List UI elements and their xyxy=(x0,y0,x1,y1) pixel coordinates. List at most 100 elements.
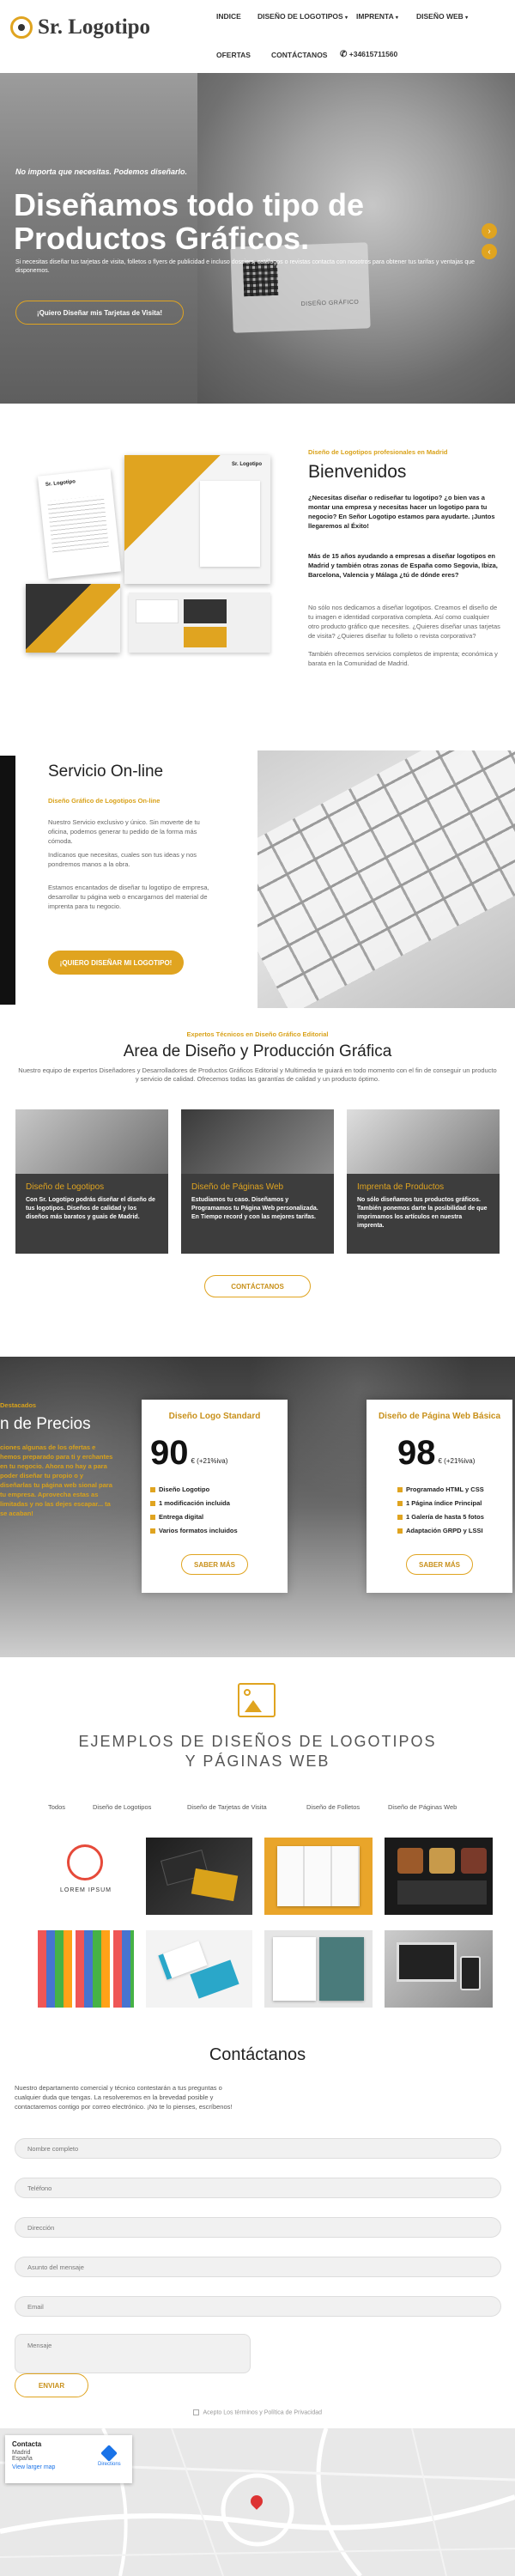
portfolio-section: EJEMPLOS DE DISEÑOS DE LOGOTIPOS Y PÁGIN… xyxy=(0,1657,515,2026)
nav-diseno-logotipos[interactable]: DISEÑO DE LOGOTIPOS ▾ xyxy=(258,12,348,21)
site-header: Sr. Logotipo INDICE DISEÑO DE LOGOTIPOS … xyxy=(0,0,515,73)
online-title: Servicio On-line xyxy=(48,762,164,781)
plan-title: Diseño de Página Web Básica xyxy=(378,1412,501,1421)
plan-price-value: 90 xyxy=(150,1434,189,1472)
feature-item: Entrega digital xyxy=(150,1510,238,1524)
mock-letterhead: Sr. Logotipo xyxy=(37,468,122,580)
plan-title: Diseño Logo Standard xyxy=(168,1412,261,1421)
portfolio-item[interactable] xyxy=(38,1930,134,2008)
feature-item: 1 Galería de hasta 5 fotos xyxy=(397,1510,484,1524)
slider-prev-button[interactable]: ‹ xyxy=(482,244,497,259)
nav-diseno-web[interactable]: DISEÑO WEB ▾ xyxy=(416,12,468,21)
logo[interactable]: Sr. Logotipo xyxy=(10,15,150,39)
portfolio-item[interactable] xyxy=(146,1838,252,1915)
nav-imprenta[interactable]: IMPRENTA ▾ xyxy=(356,12,398,21)
slider-next-button[interactable]: › xyxy=(482,223,497,239)
welcome-p2: Más de 15 años ayudando a empresas a dis… xyxy=(308,552,498,579)
welcome-p4: También ofrecemos servicios completos de… xyxy=(308,650,498,667)
area-card-imprenta[interactable]: Imprenta de Productos No sólo diseñamos … xyxy=(347,1109,500,1254)
phone-field[interactable]: Teléfono xyxy=(15,2178,501,2198)
filter-folletos[interactable]: Diseño de Folletos xyxy=(306,1803,360,1811)
address-field[interactable]: Dirección xyxy=(15,2217,501,2238)
filter-paginas-web[interactable]: Diseño de Páginas Web xyxy=(388,1803,457,1811)
mock-logo-folder: Sr. Logotipo xyxy=(232,462,262,467)
mock-logo: Sr. Logotipo xyxy=(45,479,76,488)
portfolio-title-line2: Y PÁGINAS WEB xyxy=(185,1753,330,1770)
online-cta-button[interactable]: ¡QUIERO DISEÑAR MI LOGOTIPO! xyxy=(48,951,184,975)
online-p2: Indícanos que necesitas, cuales son tus … xyxy=(48,851,197,868)
card-text: No sólo diseñamos tus productos gráficos… xyxy=(357,1197,488,1229)
plan-price-value: 98 xyxy=(397,1434,436,1472)
pricing-side-kicker: Destacados xyxy=(0,1401,37,1409)
chevron-down-icon: ▾ xyxy=(465,15,469,21)
plan-more-button[interactable]: SABER MÁS xyxy=(181,1554,248,1575)
phone-icon: ✆ xyxy=(340,50,348,59)
online-p3: Estamos encantados de diseñar tu logotip… xyxy=(48,884,209,910)
card-title: Diseño de Logotipos xyxy=(26,1182,105,1192)
hero-kicker: No importa que necesitas. Podemos diseña… xyxy=(15,167,188,176)
name-field[interactable]: Nombre completo xyxy=(15,2138,501,2159)
bullet-icon xyxy=(150,1501,155,1507)
welcome-p3: No sólo nos dedicamos a diseñar logotipo… xyxy=(308,604,500,640)
filter-logotipos[interactable]: Diseño de Logotipos xyxy=(93,1803,151,1811)
sample-logo-caption: LOREM IPSUM xyxy=(59,1887,112,1893)
directions-icon xyxy=(100,2445,118,2462)
pricing-side-title: n de Precios xyxy=(0,1415,91,1433)
subject-field[interactable]: Asunto del mensaje xyxy=(15,2257,501,2277)
hero-cta-button[interactable]: ¡Quiero Diseñar mis Tarjetas de Visita! xyxy=(15,301,184,325)
nav-contactanos[interactable]: CONTÁCTANOS xyxy=(271,51,327,59)
gallery-icon xyxy=(238,1683,276,1717)
portfolio-item[interactable] xyxy=(264,1930,373,2008)
feature-item: Varios formatos incluidos xyxy=(150,1524,238,1538)
message-label: Mensaje xyxy=(27,2342,52,2349)
filter-tarjetas[interactable]: Diseño de Tarjetas de Visita xyxy=(187,1803,267,1811)
area-section: Expertos Técnicos en Diseño Gráfico Edit… xyxy=(0,1030,515,1357)
legal-text: Acepto Los términos y Política de Privac… xyxy=(203,2409,323,2416)
nav-ofertas[interactable]: OFERTAS xyxy=(216,51,251,59)
portfolio-item[interactable] xyxy=(264,1838,373,1915)
portfolio-item[interactable] xyxy=(385,1930,493,2008)
submit-button[interactable]: ENVIAR xyxy=(15,2373,88,2397)
portfolio-item[interactable]: LOREM IPSUM xyxy=(38,1838,134,1915)
filter-todos[interactable]: Todos xyxy=(48,1803,65,1811)
legal-consent[interactable]: Acepto Los términos y Política de Privac… xyxy=(0,2409,515,2415)
area-contact-button[interactable]: CONTÁCTANOS xyxy=(204,1275,311,1297)
welcome-p1: ¿Necesitas diseñar o rediseñar tu logoti… xyxy=(308,494,495,530)
nav-indice[interactable]: INDICE xyxy=(216,12,241,21)
map-info-card: Contacta Madrid España View larger map D… xyxy=(5,2435,132,2483)
online-section: Servicio On-line Diseño Gráfico de Logot… xyxy=(0,747,515,1030)
plan-price: 98 € (+21%iva) xyxy=(397,1436,475,1470)
sample-logo-icon xyxy=(67,1844,103,1880)
plan-features: Programado HTML y CSS 1 Página índice Pr… xyxy=(397,1483,484,1538)
mock-business-cards xyxy=(129,592,270,653)
map-directions[interactable]: Directions xyxy=(98,2445,121,2467)
online-kicker: Diseño Gráfico de Logotipos On-line xyxy=(48,797,161,805)
welcome-title: Bienvenidos xyxy=(308,462,407,482)
message-field[interactable]: Mensaje xyxy=(15,2334,251,2373)
portfolio-item[interactable] xyxy=(385,1838,493,1915)
email-field[interactable]: Email xyxy=(15,2296,501,2317)
plan-more-button[interactable]: SABER MÁS xyxy=(406,1554,473,1575)
card-photo xyxy=(347,1109,500,1174)
feature-item: Programado HTML y CSS xyxy=(397,1483,484,1497)
bullet-icon xyxy=(150,1487,155,1493)
portfolio-item[interactable] xyxy=(146,1930,252,2008)
keyboard-photo xyxy=(258,750,515,1008)
area-card-paginas-web[interactable]: Diseño de Páginas Web Estudiamos tu caso… xyxy=(181,1109,334,1254)
bullet-icon xyxy=(397,1515,403,1521)
chevron-down-icon: ▾ xyxy=(345,15,348,21)
area-title: Area de Diseño y Producción Gráfica xyxy=(123,1042,392,1060)
mock-notebook xyxy=(26,584,120,653)
card-text: Con Sr. Logotipo podrás diseñar el diseñ… xyxy=(26,1197,155,1220)
feature-item: Diseño Logotipo xyxy=(150,1483,238,1497)
hero: DISEÑO GRÁFICO No importa que necesitas.… xyxy=(0,73,515,404)
card-photo xyxy=(181,1109,334,1174)
bullet-icon xyxy=(397,1487,403,1493)
bullet-icon xyxy=(397,1528,403,1534)
checkbox-icon[interactable] xyxy=(192,2409,199,2415)
chevron-left-icon: ‹ xyxy=(488,246,491,257)
nav-phone[interactable]: ✆ +34615711560 xyxy=(340,50,397,59)
area-card-logotipos[interactable]: Diseño de Logotipos Con Sr. Logotipo pod… xyxy=(15,1109,168,1254)
area-kicker: Expertos Técnicos en Diseño Gráfico Edit… xyxy=(186,1030,329,1038)
logo-icon xyxy=(10,16,33,39)
